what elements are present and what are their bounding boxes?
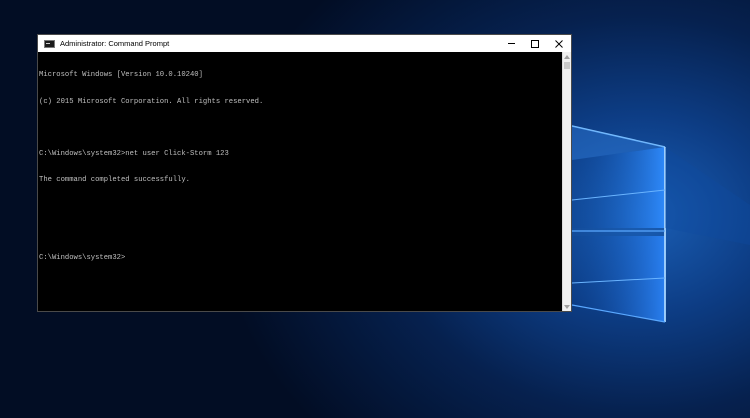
scroll-thumb[interactable] <box>564 62 570 69</box>
command-prompt-window[interactable]: Administrator: Command Prompt Microsoft … <box>37 34 572 312</box>
console-line: C:\Windows\system32>net user Click-Storm… <box>39 149 229 158</box>
minimize-icon <box>507 43 515 44</box>
scroll-up-button[interactable] <box>563 52 571 61</box>
maximize-icon <box>531 39 539 48</box>
minimize-button[interactable] <box>499 35 523 52</box>
close-button[interactable] <box>547 35 571 52</box>
console-line: (c) 2015 Microsoft Corporation. All righ… <box>39 97 264 106</box>
console-prompt-line[interactable]: C:\Windows\system32> <box>39 254 562 263</box>
chevron-up-icon <box>564 54 570 59</box>
maximize-button[interactable] <box>523 35 547 52</box>
console-output[interactable]: Microsoft Windows [Version 10.0.10240] (… <box>38 52 562 311</box>
window-controls <box>499 35 571 52</box>
scroll-down-button[interactable] <box>563 302 571 311</box>
command-prompt-icon <box>44 39 55 48</box>
console-line: Microsoft Windows [Version 10.0.10240] <box>39 71 203 80</box>
chevron-down-icon <box>564 304 570 309</box>
vertical-scrollbar[interactable] <box>562 52 571 311</box>
close-icon <box>555 39 563 48</box>
title-bar[interactable]: Administrator: Command Prompt <box>38 35 571 52</box>
console-line: The command completed successfully. <box>39 175 190 184</box>
window-title: Administrator: Command Prompt <box>60 39 170 48</box>
